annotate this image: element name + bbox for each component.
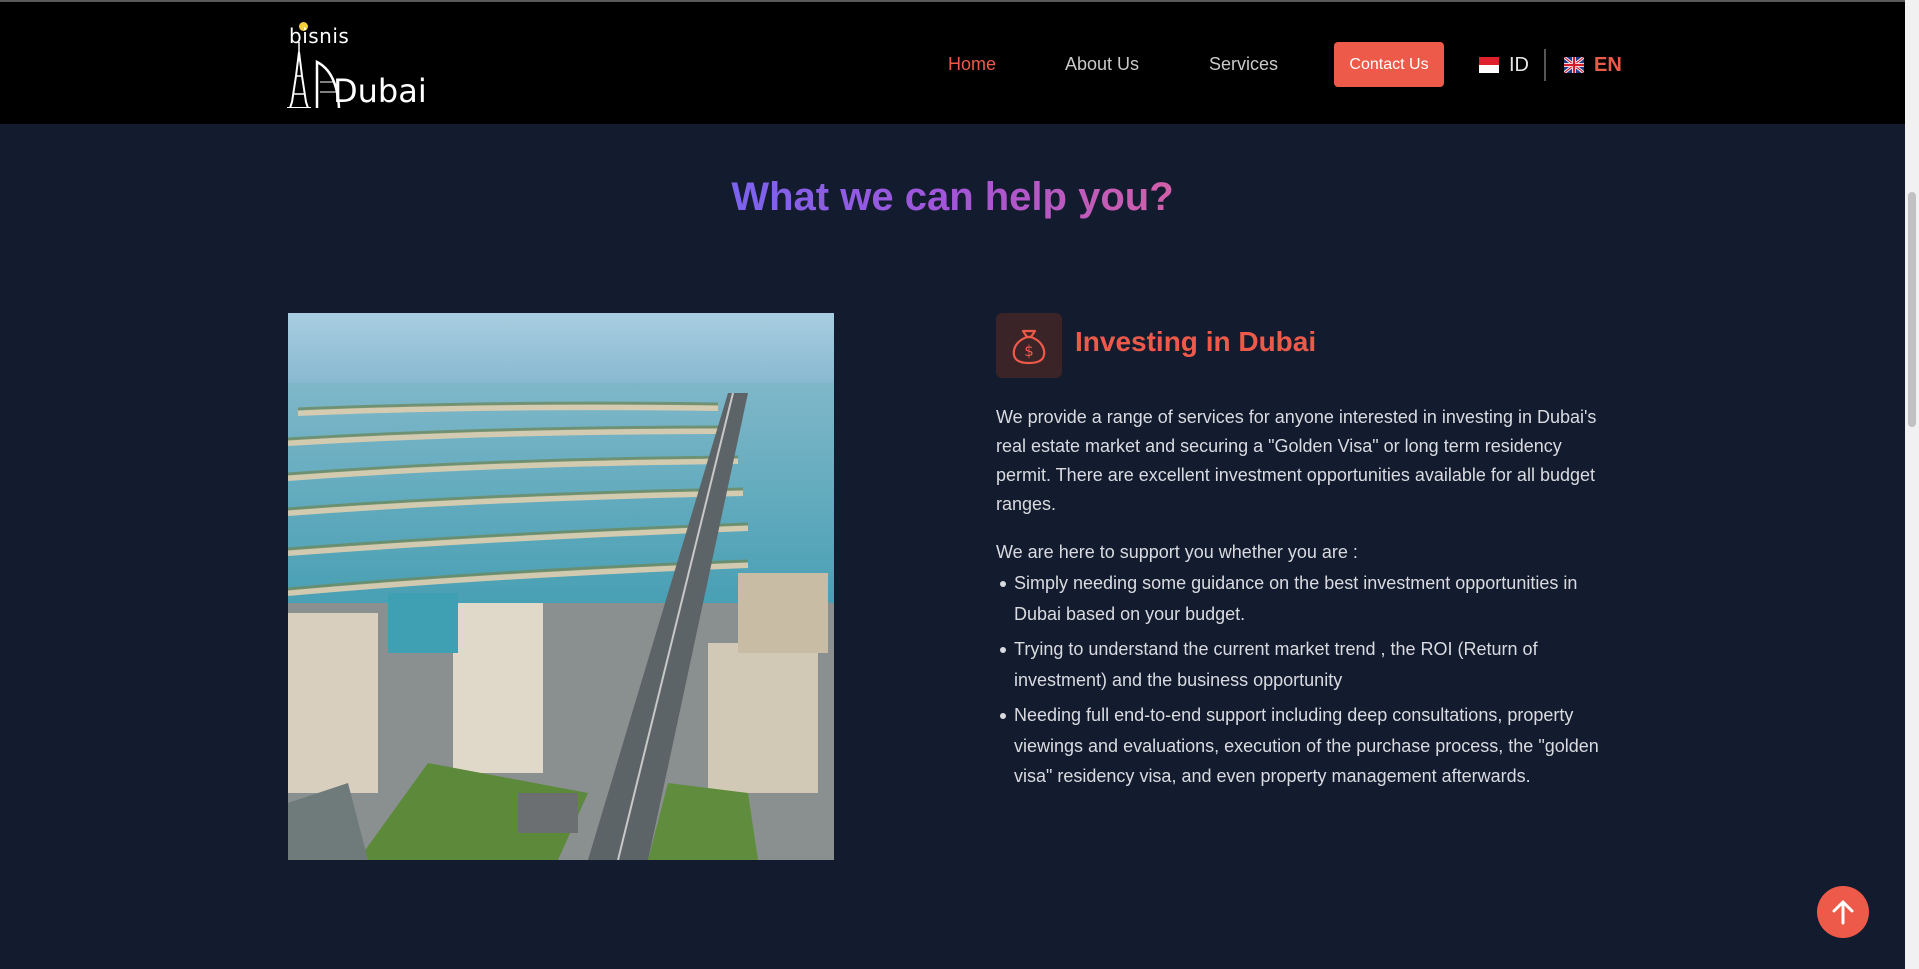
list-item: Needing full end-to-end support includin… xyxy=(1000,700,1614,792)
language-en[interactable]: EN xyxy=(1564,51,1622,79)
support-list: Simply needing some guidance on the best… xyxy=(1000,568,1614,797)
site-logo[interactable]: bisnis Dubai xyxy=(287,20,427,112)
language-id-label: ID xyxy=(1509,53,1529,76)
service-description: We provide a range of services for anyon… xyxy=(996,407,1597,514)
money-bag-icon: $ xyxy=(996,313,1062,378)
page-scrollbar[interactable] xyxy=(1905,0,1919,969)
indonesia-flag-icon xyxy=(1479,57,1499,73)
language-en-label: EN xyxy=(1594,53,1622,76)
nav-home[interactable]: Home xyxy=(948,52,996,76)
support-lead: We are here to support you whether you a… xyxy=(996,542,1358,562)
language-divider xyxy=(1544,49,1546,81)
nav-services[interactable]: Services xyxy=(1209,52,1278,76)
language-id[interactable]: ID xyxy=(1479,51,1529,79)
palm-jumeirah-photo xyxy=(288,313,834,860)
section-title: What we can help you? xyxy=(0,175,1905,220)
uk-flag-icon xyxy=(1564,57,1584,73)
list-item: Trying to understand the current market … xyxy=(1000,634,1614,695)
contact-us-button[interactable]: Contact Us xyxy=(1334,42,1444,87)
site-header: bisnis Dubai Home About Us Services Cont… xyxy=(0,0,1905,124)
list-item: Simply needing some guidance on the best… xyxy=(1000,568,1614,629)
nav-about-us[interactable]: About Us xyxy=(1065,52,1139,76)
service-title: Investing in Dubai xyxy=(1075,326,1317,357)
section-title-text: What we can help you? xyxy=(731,175,1174,219)
arrow-up-icon xyxy=(1832,900,1854,925)
svg-text:$: $ xyxy=(1024,342,1034,360)
back-to-top-button[interactable] xyxy=(1817,886,1869,938)
logo-text-bottom: Dubai xyxy=(333,72,427,110)
scrollbar-thumb[interactable] xyxy=(1908,192,1916,427)
page: bisnis Dubai Home About Us Services Cont… xyxy=(0,0,1919,969)
